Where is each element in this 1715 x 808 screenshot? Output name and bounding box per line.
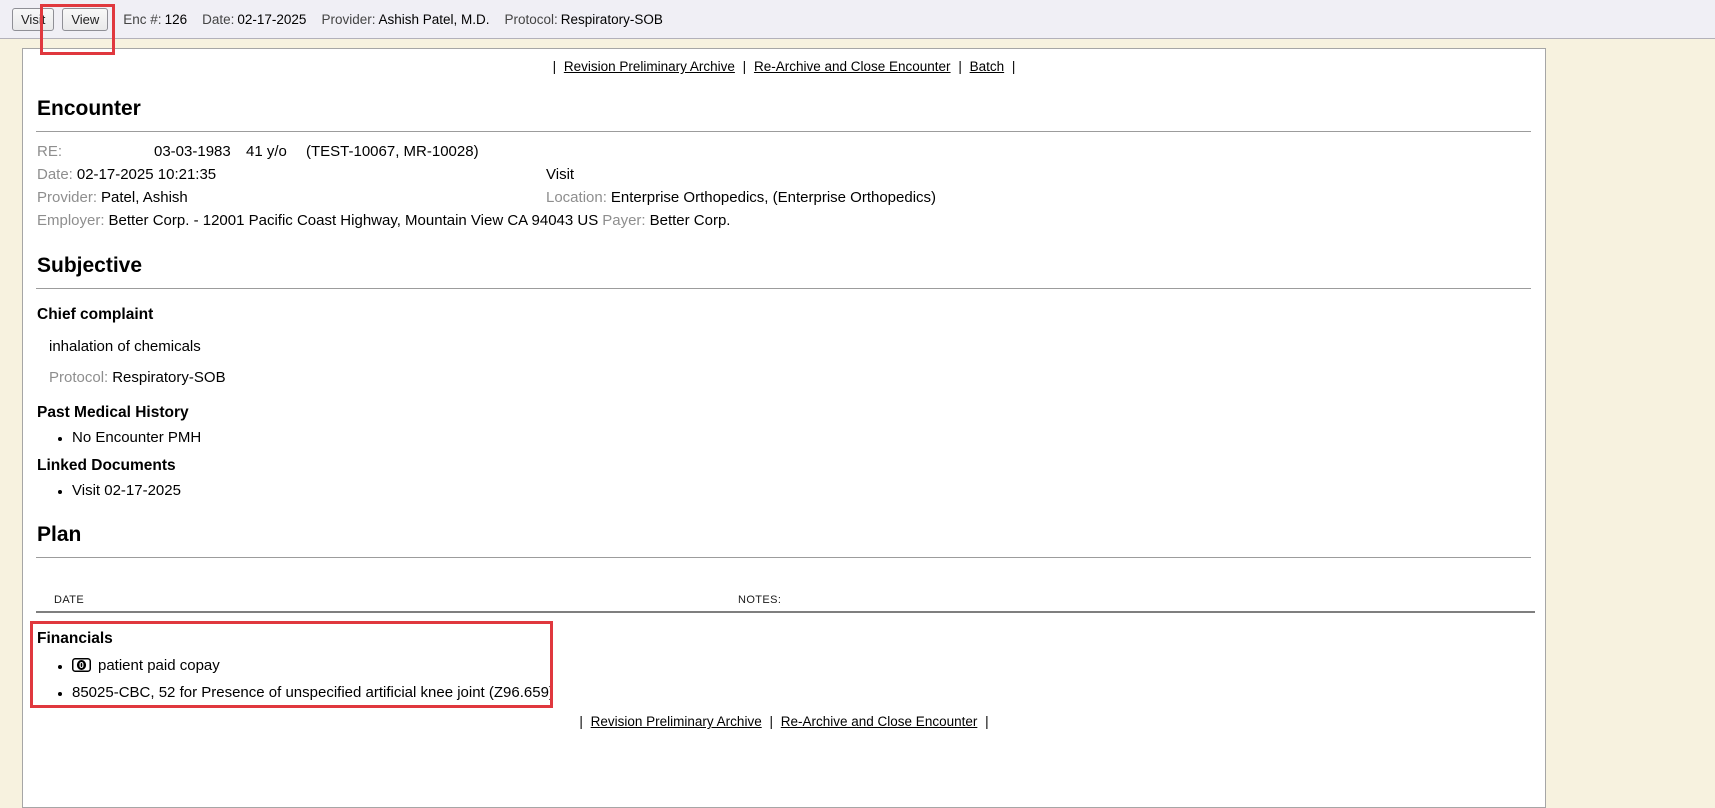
protocol-value: Respiratory-SOB <box>112 369 225 386</box>
toolbar: Visit View Enc #: 126 Date:02-17-2025 Pro… <box>0 0 1715 39</box>
encounter-document-panel: | Revision Preliminary Archive | Re-Arch… <box>22 48 1546 808</box>
toolbar-date-value: 02-17-2025 <box>237 12 306 27</box>
link-separator: | <box>1012 59 1016 74</box>
encounter-info: RE:03-03-198341 y/o(TEST-10067, MR-10028… <box>23 140 1545 232</box>
enc-number-field: Enc #: 126 <box>123 12 187 27</box>
patient-age: 41 y/o <box>246 140 306 163</box>
visit-button[interactable]: Visit <box>12 8 54 31</box>
revision-preliminary-archive-link-bottom[interactable]: Revision Preliminary Archive <box>591 714 762 729</box>
linked-documents-list: Visit 02-17-2025 <box>37 480 1545 501</box>
toolbar-provider-field: Provider:Ashish Patel, M.D. <box>321 12 489 27</box>
payer-label: Payer: <box>602 212 645 229</box>
employer-value: Better Corp. - 12001 Pacific Coast Highw… <box>109 212 599 229</box>
link-separator: | <box>553 59 557 74</box>
chief-complaint-text: inhalation of chemicals <box>49 337 1531 356</box>
section-divider <box>36 131 1531 132</box>
location-label: Location: <box>546 189 607 206</box>
link-separator: | <box>985 714 989 729</box>
enc-number-value: 126 <box>165 12 188 27</box>
plan-table-divider <box>36 611 1535 613</box>
plan-notes-column-header: NOTES: <box>738 594 781 606</box>
encounter-date-row: Date:02-17-2025 10:21:35 Visit <box>23 163 1545 186</box>
encounter-re-row: RE:03-03-198341 y/o(TEST-10067, MR-10028… <box>23 140 1545 163</box>
toolbar-provider-label: Provider: <box>321 12 375 27</box>
plan-date-column-header: DATE <box>54 594 84 606</box>
batch-link-top[interactable]: Batch <box>970 59 1005 74</box>
location-field: Location:Enterprise Orthopedics, (Enterp… <box>546 186 936 209</box>
plan-table-header: DATE NOTES: <box>23 594 1545 607</box>
revision-preliminary-archive-link-top[interactable]: Revision Preliminary Archive <box>564 59 735 74</box>
toolbar-provider-value: Ashish Patel, M.D. <box>378 12 489 27</box>
financials-copay-text: patient paid copay <box>98 657 220 674</box>
chief-complaint-heading: Chief complaint <box>37 305 1531 324</box>
patient-ids: (TEST-10067, MR-10028) <box>306 143 479 160</box>
subjective-section-title: Subjective <box>37 253 1531 279</box>
pmh-list-item: No Encounter PMH <box>72 427 1545 448</box>
financials-heading: Financials <box>37 629 1531 648</box>
provider-value: Patel, Ashish <box>101 189 188 206</box>
plan-section-title: Plan <box>37 522 1531 548</box>
protocol-field: Protocol:Respiratory-SOB <box>49 368 1531 387</box>
financials-cpt-item: 85025-CBC, 52 for Presence of unspecifie… <box>72 680 1545 705</box>
toolbar-protocol-value: Respiratory-SOB <box>561 12 663 27</box>
svg-text:0: 0 <box>79 660 84 670</box>
bottom-action-links: | Revision Preliminary Archive | Re-Arch… <box>23 714 1545 730</box>
financials-list: 0 patient paid copay 85025-CBC, 52 for P… <box>37 653 1545 705</box>
past-medical-history-heading: Past Medical History <box>37 403 1531 422</box>
encounter-date-label: Date: <box>37 166 73 183</box>
past-medical-history-list: No Encounter PMH <box>37 427 1545 448</box>
link-separator: | <box>743 59 747 74</box>
toolbar-date-label: Date: <box>202 12 234 27</box>
financials-copay-item: 0 patient paid copay <box>72 653 1545 680</box>
section-divider <box>36 288 1531 289</box>
visit-type-value: Visit <box>546 163 574 186</box>
toolbar-date-field: Date:02-17-2025 <box>202 12 306 27</box>
re-archive-close-encounter-link-top[interactable]: Re-Archive and Close Encounter <box>754 59 951 74</box>
link-separator: | <box>958 59 962 74</box>
toolbar-protocol-label: Protocol: <box>505 12 558 27</box>
top-action-links: | Revision Preliminary Archive | Re-Arch… <box>23 49 1545 75</box>
encounter-employer-row: Employer:Better Corp. - 12001 Pacific Co… <box>23 209 1545 232</box>
money-bill-icon: 0 <box>72 655 91 680</box>
re-label: RE: <box>37 140 154 163</box>
view-button[interactable]: View <box>62 8 108 31</box>
encounter-section-title: Encounter <box>37 96 1531 122</box>
employer-label: Employer: <box>37 212 105 229</box>
provider-label: Provider: <box>37 189 97 206</box>
encounter-provider-row: Provider:Patel, Ashish Location:Enterpri… <box>23 186 1545 209</box>
protocol-label: Protocol: <box>49 369 108 386</box>
payer-value: Better Corp. <box>650 212 731 229</box>
link-separator: | <box>579 714 583 729</box>
patient-dob: 03-03-1983 <box>154 140 246 163</box>
toolbar-protocol-field: Protocol:Respiratory-SOB <box>505 12 663 27</box>
linked-documents-heading: Linked Documents <box>37 456 1531 475</box>
re-archive-close-encounter-link-bottom[interactable]: Re-Archive and Close Encounter <box>781 714 978 729</box>
link-separator: | <box>769 714 773 729</box>
location-value: Enterprise Orthopedics, (Enterprise Orth… <box>611 189 936 206</box>
enc-number-label: Enc #: <box>123 12 161 27</box>
linked-document-item: Visit 02-17-2025 <box>72 480 1545 501</box>
section-divider <box>36 557 1531 558</box>
encounter-date-value: 02-17-2025 10:21:35 <box>77 166 216 183</box>
